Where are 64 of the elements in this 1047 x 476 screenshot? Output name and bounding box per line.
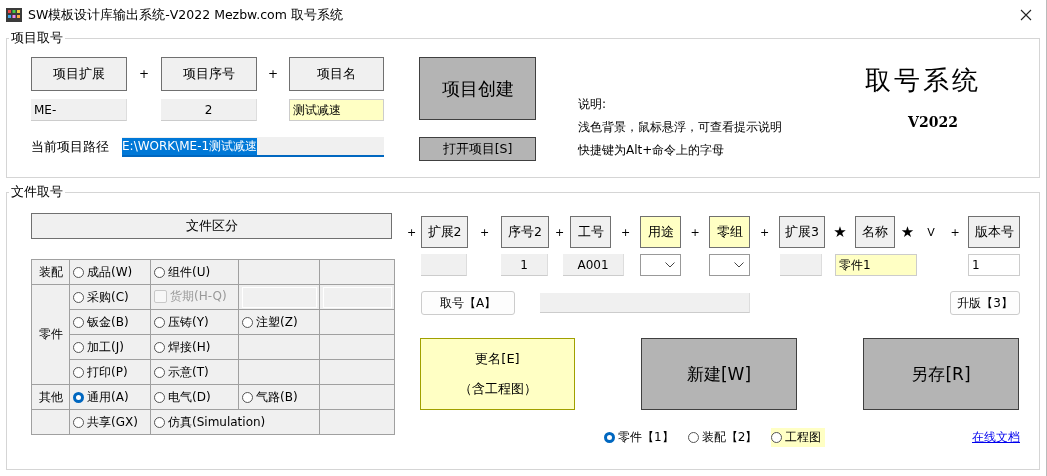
joiner-sign: V: [927, 225, 935, 239]
joiner-sign: +: [554, 225, 565, 239]
number-field[interactable]: [540, 293, 750, 313]
star-icon: ★: [833, 223, 847, 241]
part-field[interactable]: ME-: [31, 99, 127, 121]
dropdown[interactable]: [709, 254, 750, 276]
category-button[interactable]: 文件区分: [31, 213, 392, 239]
part-button[interactable]: 项目名: [289, 57, 384, 91]
action-button[interactable]: 另存[R]: [863, 338, 1019, 410]
chevron-icon: [734, 262, 744, 268]
segment-button[interactable]: 零组: [709, 216, 750, 248]
path-field[interactable]: E:\WORK\ME-1测试减速: [122, 137, 384, 157]
segment-button[interactable]: 工号: [570, 216, 611, 248]
path-label: 当前项目路径: [31, 138, 110, 156]
joiner-sign: +: [690, 225, 700, 239]
group-title: 项目取号: [10, 30, 64, 47]
segment-button[interactable]: 用途: [640, 216, 681, 248]
dropdown[interactable]: [640, 254, 681, 276]
plus-sign: +: [266, 67, 280, 81]
segment-field[interactable]: 零件1: [835, 254, 917, 276]
part-field[interactable]: 2: [161, 99, 257, 121]
window-title: SW模板设计库输出系统-V2022 Mezbw.com 取号系统: [28, 6, 343, 24]
app-heading: 取号系统: [865, 64, 981, 97]
note-text: 说明:: [578, 96, 608, 113]
joiner-sign: +: [759, 225, 770, 239]
segment-button[interactable]: 版本号: [968, 216, 1020, 248]
group-title: 文件取号: [10, 184, 64, 201]
segment-field[interactable]: [780, 254, 822, 276]
upgrade-version-button[interactable]: 升版【3】: [950, 291, 1020, 315]
part-field[interactable]: 测试减速: [289, 99, 384, 121]
segment-field[interactable]: 1: [501, 254, 548, 276]
segment-button[interactable]: 名称: [855, 216, 895, 248]
note-text: 快捷键为Alt+命令上的字母: [578, 142, 726, 159]
app-icon: [6, 8, 22, 22]
fetch-number-button[interactable]: 取号【A】: [421, 291, 515, 315]
open-project-button[interactable]: 打开项目[S]: [419, 137, 536, 161]
joiner-sign: +: [479, 225, 490, 239]
part-button[interactable]: 项目扩展: [31, 57, 127, 91]
segment-button[interactable]: 扩展2: [421, 216, 468, 248]
create-project-button[interactable]: 项目创建: [419, 57, 536, 120]
group-label: 其他: [38, 389, 63, 404]
doc-type-radio[interactable]: 工程图: [771, 427, 826, 447]
segment-button[interactable]: 序号2: [501, 216, 549, 248]
segment-field[interactable]: A001: [563, 254, 624, 276]
joiner-sign: +: [620, 225, 631, 239]
plus-sign: +: [137, 67, 151, 81]
doc-type-radio[interactable]: 装配【2】: [687, 427, 762, 447]
close-icon[interactable]: [1020, 9, 1032, 21]
segment-field[interactable]: [421, 254, 467, 276]
star-icon: ★: [900, 223, 915, 241]
chevron-icon: [665, 262, 675, 268]
note-text: 浅色背景，鼠标悬浮，可查看提示说明: [578, 119, 782, 136]
action-button[interactable]: 新建[W]: [641, 338, 797, 410]
segment-button[interactable]: 扩展3: [779, 216, 825, 248]
online-docs-link[interactable]: 在线文档: [972, 428, 1020, 446]
group-label: 装配: [38, 264, 63, 279]
doc-type-radio[interactable]: 零件【1】: [604, 427, 678, 447]
joiner-sign: +: [950, 225, 960, 239]
action-button[interactable]: 更名[E] （含工程图）: [420, 338, 575, 410]
part-button[interactable]: 项目序号: [161, 57, 257, 91]
version-label: V2022: [908, 114, 958, 130]
joiner-sign: +: [406, 225, 417, 239]
segment-field[interactable]: 1: [968, 254, 1020, 276]
group-label: 零件: [38, 327, 63, 341]
